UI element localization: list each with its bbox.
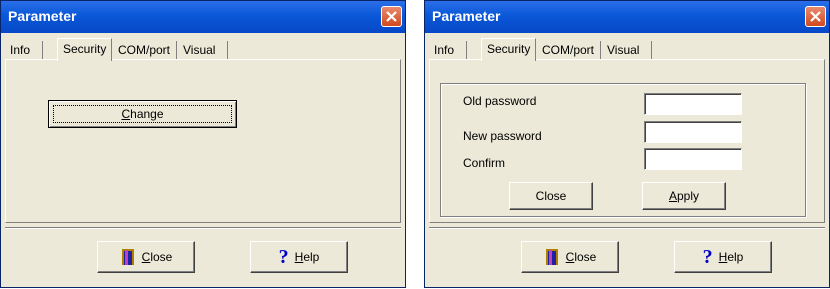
close-button[interactable]: Close xyxy=(97,241,195,273)
close-label: Close xyxy=(141,250,173,264)
tab-info[interactable]: Info xyxy=(429,41,467,60)
door-exit-icon xyxy=(545,249,558,265)
focus-rect xyxy=(53,105,232,123)
change-button[interactable]: Change xyxy=(48,100,237,128)
help-label: Help xyxy=(294,250,320,264)
title-bar[interactable]: Parameter xyxy=(425,1,829,33)
close-icon xyxy=(386,11,397,22)
question-mark-icon: ? xyxy=(278,246,289,268)
help-label: Help xyxy=(718,250,744,264)
tab-label: Visual xyxy=(183,43,216,57)
new-password-field[interactable] xyxy=(644,121,742,143)
tab-label: Security xyxy=(487,42,531,56)
question-mark-icon: ? xyxy=(702,246,713,268)
window-title: Parameter xyxy=(432,8,501,24)
close-label: Close xyxy=(565,250,597,264)
title-bar[interactable]: Parameter xyxy=(1,1,405,33)
parameter-window-right: Parameter Info Security COM/port Visual … xyxy=(424,0,830,288)
tab-label: Info xyxy=(10,43,31,57)
confirm-field[interactable] xyxy=(644,148,742,170)
tab-strip: Info Security COM/port Visual xyxy=(5,38,401,61)
tab-security[interactable]: Security xyxy=(481,38,536,61)
apply-label: Apply xyxy=(668,189,700,203)
new-password-label: New password xyxy=(463,129,542,143)
tab-label: Security xyxy=(63,42,107,56)
door-exit-icon xyxy=(121,249,134,265)
tab-visual[interactable]: Visual xyxy=(602,41,652,60)
tab-label: Visual xyxy=(607,43,640,57)
footer-separator xyxy=(5,227,401,229)
tab-security[interactable]: Security xyxy=(57,38,112,61)
tab-label: COM/port xyxy=(542,43,595,57)
window-close-button[interactable] xyxy=(381,6,402,27)
tab-label: Info xyxy=(434,43,455,57)
form-close-label: Close xyxy=(535,189,567,203)
tab-visual[interactable]: Visual xyxy=(178,41,228,60)
old-password-field[interactable] xyxy=(644,93,742,115)
parameter-window-left: Parameter Info Security COM/port Visual … xyxy=(0,0,406,288)
help-button[interactable]: ? Help xyxy=(674,241,772,273)
window-close-button[interactable] xyxy=(805,6,826,27)
confirm-label: Confirm xyxy=(463,156,506,170)
tab-label: COM/port xyxy=(118,43,171,57)
close-icon xyxy=(810,11,821,22)
tab-com-port[interactable]: COM/port xyxy=(113,41,177,60)
footer-separator xyxy=(429,227,825,229)
window-title: Parameter xyxy=(8,8,77,24)
apply-button[interactable]: Apply xyxy=(642,182,726,210)
tab-panel xyxy=(5,59,401,223)
old-password-label: Old password xyxy=(463,94,537,108)
tab-info[interactable]: Info xyxy=(5,41,43,60)
tab-strip: Info Security COM/port Visual xyxy=(429,38,825,61)
help-button[interactable]: ? Help xyxy=(250,241,348,273)
tab-com-port[interactable]: COM/port xyxy=(537,41,601,60)
password-group: Old password New password Confirm Close … xyxy=(440,83,806,217)
form-close-button[interactable]: Close xyxy=(509,182,593,210)
close-button[interactable]: Close xyxy=(521,241,619,273)
